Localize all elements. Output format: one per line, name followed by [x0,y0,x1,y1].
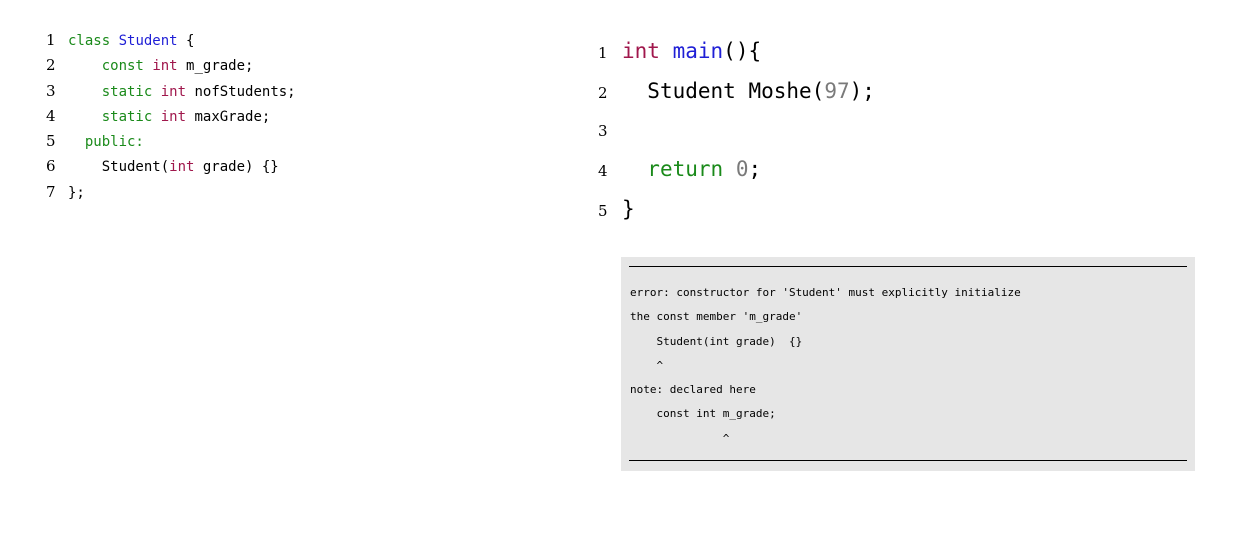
line-number: 5 [46,132,56,151]
code-token: class [68,33,111,49]
code-token: int [169,159,195,176]
main-code-line: 1 int main(){ [598,32,875,72]
code-token: int [160,108,187,125]
line-number: 1 [46,31,56,49]
code-token: 0 [735,157,749,181]
error-line: ^ [630,431,730,445]
code-token: }; [68,184,85,201]
class-definition-code: 1 class Student {2 const int m_grade; 3 st… [46,28,296,205]
main-code-line: 3 [598,112,875,150]
main-code-line: 2 Student Moshe(97); [598,72,875,112]
error-bottom-rule [629,460,1187,461]
code-token: nofStudents; [186,83,296,100]
code-token: int [160,83,187,100]
code-token: return [647,157,724,181]
code-token: ; [748,157,762,181]
line-number: 2 [46,56,56,75]
class-code-line: 7}; [46,180,296,205]
code-token: grade) {} [194,159,279,176]
code-token: ); [849,79,875,103]
code-token: Student [118,33,178,49]
code-token: maxGrade; [186,108,271,125]
code-token: Student( [101,159,170,176]
class-code-line: 2 const int m_grade; [46,53,296,78]
code-token: public: [84,134,144,151]
class-code-line: 3 static int nofStudents; [46,79,296,104]
code-token: static [101,108,153,125]
code-token: 97 [824,79,850,103]
code-token: int [622,39,660,63]
code-token: m_grade; [177,58,254,75]
class-code-line: 5 public: [46,129,296,154]
error-top-rule [629,266,1187,267]
class-code-line: 1 class Student { [46,28,296,53]
code-token: (){ [723,39,762,63]
code-token: static [101,83,153,100]
line-number: 3 [46,81,56,100]
code-token: const [101,58,144,75]
error-line: const int m_grade; [630,407,776,421]
error-message-lines: error: constructor for 'Student' must ex… [630,281,1021,451]
main-code-line: 5} [598,190,875,230]
error-line: the const member 'm_grade' [630,310,803,324]
line-number: 6 [46,157,56,176]
code-token: int [152,58,178,75]
code-token: } [622,197,635,221]
code-token: main [672,39,724,63]
line-number: 2 [598,84,608,102]
main-code-line: 4 return 0; [598,150,875,190]
class-code-line: 4 static int maxGrade; [46,104,296,129]
line-number: 7 [46,182,56,201]
line-number: 3 [598,122,608,140]
error-line: Student(int grade) {} [630,334,803,348]
code-token: Student Moshe( [647,79,825,103]
error-line: ^ [630,358,664,372]
line-number: 4 [598,162,608,180]
line-number: 4 [46,106,56,125]
class-code-line: 6 Student(int grade) {} [46,154,296,179]
main-function-code: 1 int main(){ 2 Student Moshe(97); 3 4 retur… [598,32,875,230]
error-line: error: constructor for 'Student' must ex… [630,286,1021,299]
compiler-error-output: error: constructor for 'Student' must ex… [621,257,1195,471]
line-number: 1 [598,44,608,62]
error-line: note: declared here [630,383,756,397]
code-token: { [177,33,195,49]
line-number: 5 [598,202,608,220]
